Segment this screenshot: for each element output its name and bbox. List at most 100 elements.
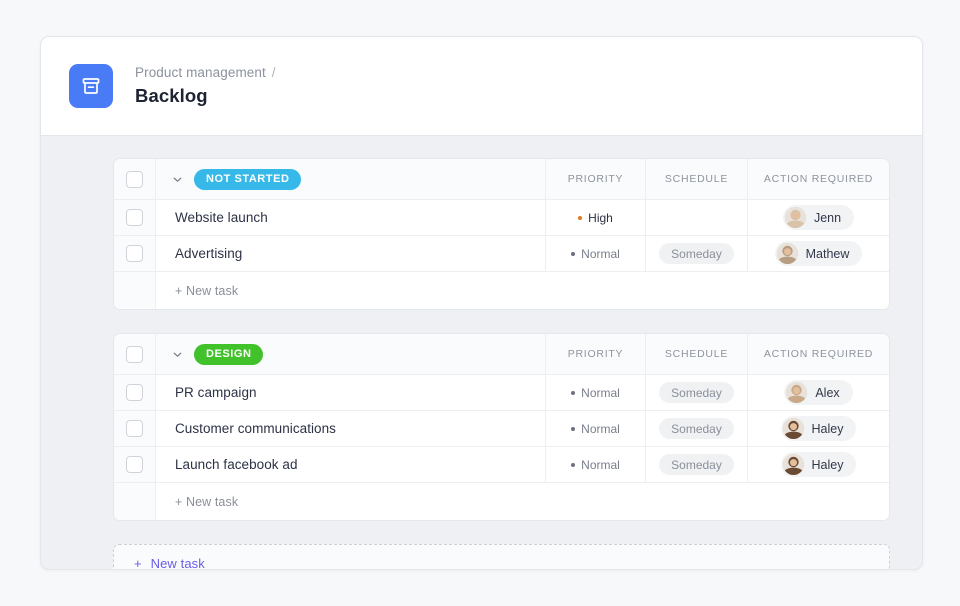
new-task-cell[interactable]: + New task (156, 483, 889, 520)
priority-label: Normal (581, 457, 620, 472)
task-name-cell[interactable]: Launch facebook ad (156, 447, 545, 482)
task-checkbox[interactable] (126, 384, 143, 401)
priority-dot (571, 390, 576, 395)
task-group: NOT STARTED PRIORITY SCHEDULE ACTION REQUIR… (113, 158, 890, 310)
group-select-cell[interactable] (114, 334, 156, 374)
task-assignee-cell[interactable]: Haley (747, 411, 889, 446)
task-priority-cell[interactable]: Normal (545, 236, 645, 271)
priority-label: Normal (581, 421, 620, 436)
avatar (782, 418, 804, 439)
assignee-name: Haley (811, 457, 844, 472)
schedule-pill[interactable]: Someday (659, 382, 734, 403)
task-assignee-cell[interactable]: Alex (747, 375, 889, 410)
task-checkbox[interactable] (126, 209, 143, 226)
task-select-cell[interactable] (114, 200, 156, 235)
table-row[interactable]: Advertising Normal Someday Mathew (114, 236, 889, 272)
avatar (786, 382, 808, 403)
task-name: Advertising (175, 246, 243, 261)
table-row[interactable]: Customer communications Normal Someday Hale… (114, 411, 889, 447)
breadcrumb[interactable]: Product management / (135, 64, 276, 81)
group-new-task-row[interactable]: + New task (114, 483, 889, 520)
column-header-action-required-label: ACTION REQUIRED (763, 348, 874, 360)
task-select-cell[interactable] (114, 375, 156, 410)
priority-dot (571, 426, 576, 431)
table-row[interactable]: PR campaign Normal Someday Alex (114, 375, 889, 411)
task-checkbox[interactable] (126, 456, 143, 473)
priority-value: Normal (571, 422, 620, 436)
assignee-chip[interactable]: Haley (780, 452, 857, 477)
group-status-badge[interactable]: DESIGN (194, 343, 264, 365)
priority-dot (571, 251, 576, 256)
group-select-cell[interactable] (114, 159, 156, 199)
schedule-pill[interactable]: Someday (659, 243, 734, 264)
column-header-schedule-label: SCHEDULE (664, 348, 729, 360)
task-schedule-cell[interactable]: Someday (645, 375, 747, 410)
group-title-cell: DESIGN (156, 334, 545, 374)
chevron-down-icon[interactable] (170, 347, 184, 361)
group-checkbox[interactable] (126, 345, 143, 363)
column-header-action-required: ACTION REQUIRED (747, 159, 889, 199)
task-name-cell[interactable]: PR campaign (156, 375, 545, 410)
priority-value: Normal (571, 386, 620, 400)
group-checkbox[interactable] (126, 170, 143, 188)
priority-value: Normal (571, 247, 620, 261)
column-header-schedule: SCHEDULE (645, 159, 747, 199)
assignee-chip[interactable]: Haley (780, 416, 857, 441)
app-page: Product management / Backlog NOT STARTED… (0, 0, 960, 606)
column-header-priority-label: PRIORITY (567, 173, 624, 185)
task-assignee-cell[interactable]: Haley (747, 447, 889, 482)
page-title: Backlog (135, 84, 208, 106)
task-groups: NOT STARTED PRIORITY SCHEDULE ACTION REQUIR… (113, 158, 890, 521)
task-checkbox[interactable] (126, 245, 143, 262)
assignee-name: Jenn (813, 210, 842, 225)
schedule-pill[interactable]: Someday (659, 418, 734, 439)
task-schedule-cell[interactable] (645, 200, 747, 235)
group-title-cell: NOT STARTED (156, 159, 545, 199)
task-name: Launch facebook ad (175, 457, 298, 472)
breadcrumb-parent[interactable]: Product management (135, 65, 266, 80)
column-header-action-required: ACTION REQUIRED (747, 334, 889, 374)
task-select-cell[interactable] (114, 447, 156, 482)
task-checkbox[interactable] (126, 420, 143, 437)
task-schedule-cell[interactable]: Someday (645, 447, 747, 482)
chevron-down-icon[interactable] (170, 172, 184, 186)
column-header-schedule-label: SCHEDULE (664, 173, 729, 185)
task-schedule-cell[interactable]: Someday (645, 411, 747, 446)
table-row[interactable]: Launch facebook ad Normal Someday Haley (114, 447, 889, 483)
new-task-spacer-cell (114, 272, 156, 309)
task-schedule-cell[interactable]: Someday (645, 236, 747, 271)
column-header-schedule: SCHEDULE (645, 334, 747, 374)
task-priority-cell[interactable]: Normal (545, 447, 645, 482)
assignee-chip[interactable]: Alex (784, 380, 853, 405)
task-name-cell[interactable]: Advertising (156, 236, 545, 271)
task-priority-cell[interactable]: High (545, 200, 645, 235)
column-header-priority: PRIORITY (545, 334, 645, 374)
new-task-button[interactable]: + New task (113, 544, 890, 569)
card-body: NOT STARTED PRIORITY SCHEDULE ACTION REQUIR… (41, 136, 922, 569)
task-name-cell[interactable]: Website launch (156, 200, 545, 235)
new-task-cell[interactable]: + New task (156, 272, 889, 309)
assignee-name: Haley (811, 421, 844, 436)
group-status-badge[interactable]: NOT STARTED (194, 168, 302, 190)
assignee-chip[interactable]: Jenn (782, 205, 855, 230)
priority-value: High (578, 211, 613, 225)
task-select-cell[interactable] (114, 411, 156, 446)
task-name-cell[interactable]: Customer communications (156, 411, 545, 446)
task-assignee-cell[interactable]: Mathew (747, 236, 889, 271)
priority-dot (578, 215, 583, 220)
task-assignee-cell[interactable]: Jenn (747, 200, 889, 235)
table-row[interactable]: Website launch High Jenn (114, 200, 889, 236)
task-priority-cell[interactable]: Normal (545, 411, 645, 446)
assignee-name: Alex (815, 385, 840, 400)
task-name: Customer communications (175, 421, 336, 436)
schedule-pill[interactable]: Someday (659, 454, 734, 475)
assignee-chip[interactable]: Mathew (774, 241, 863, 266)
avatar (784, 207, 806, 228)
priority-value: Normal (571, 458, 620, 472)
new-task-spacer-cell (114, 483, 156, 520)
task-priority-cell[interactable]: Normal (545, 375, 645, 410)
group-new-task-row[interactable]: + New task (114, 272, 889, 309)
task-select-cell[interactable] (114, 236, 156, 271)
column-header-priority-label: PRIORITY (567, 348, 624, 360)
column-header-priority: PRIORITY (545, 159, 645, 199)
